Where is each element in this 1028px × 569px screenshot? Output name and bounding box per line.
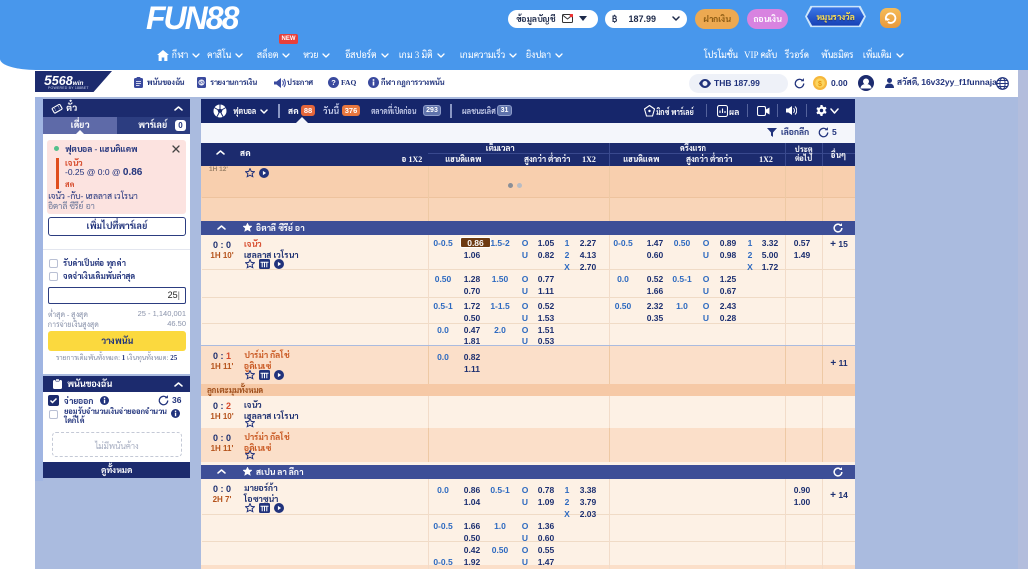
svg-text:$: $: [200, 80, 203, 86]
svg-text:?: ?: [331, 78, 336, 87]
svg-text:$: $: [818, 81, 822, 88]
